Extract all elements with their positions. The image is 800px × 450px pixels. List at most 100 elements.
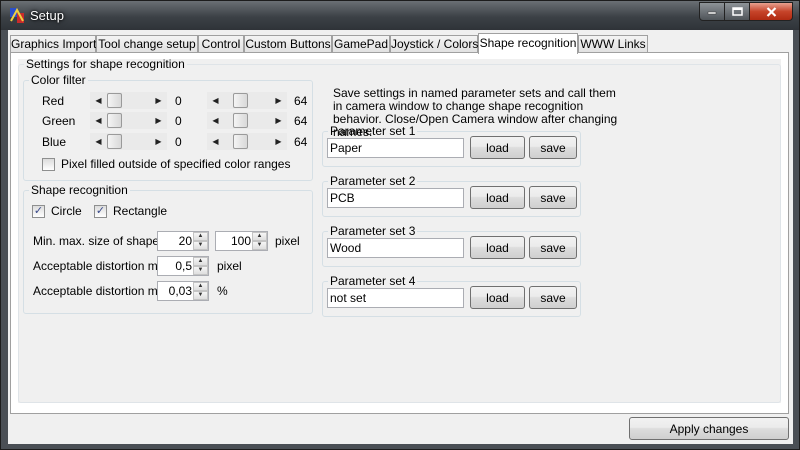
parameter-set-4-name-input[interactable] [327,288,464,308]
tab-shape-recognition[interactable]: Shape recognition [478,33,578,54]
blue-max-value: 64 [294,135,308,149]
size-unit-label: pixel [275,234,300,248]
parameter-set-3-load-button[interactable]: load [470,236,525,259]
tab-gamepad[interactable]: GamePad [332,35,390,53]
arrow-right-icon[interactable]: ▶ [270,133,287,150]
distortion-max-label: Acceptable distortion max. [33,284,174,298]
parameter-set-3-label: Parameter set 3 [330,224,416,238]
red-min-value: 0 [175,94,182,108]
green-max-slider[interactable]: ◀ ▶ [207,112,287,129]
parameter-set-1-load-button[interactable]: load [470,136,525,159]
arrow-right-icon[interactable]: ▶ [150,133,167,150]
distortion-min-input[interactable] [158,257,194,275]
size-min-spinner[interactable]: ▲ ▼ [157,231,209,251]
arrow-right-icon[interactable]: ▶ [150,92,167,109]
settings-group-label: Settings for shape recognition [26,57,185,71]
arrow-down-icon[interactable]: ▼ [193,291,208,300]
pixel-filled-checkbox[interactable] [42,158,55,171]
parameter-set-1-save-button[interactable]: save [529,136,577,159]
rectangle-checkbox[interactable]: ✓ [94,205,107,218]
close-icon [766,6,776,17]
close-button[interactable] [750,2,793,21]
maximize-button[interactable] [725,2,750,21]
green-max-value: 64 [294,114,308,128]
tab-panel-shape-recognition: Settings for shape recognition Color fil… [10,52,789,414]
green-min-thumb[interactable] [107,113,122,128]
size-min-input[interactable] [158,232,194,250]
blue-max-thumb[interactable] [233,134,248,149]
parameter-set-1-name-input[interactable] [327,138,464,158]
distortion-max-input[interactable] [158,282,194,300]
red-max-thumb[interactable] [233,93,248,108]
green-label: Green [42,114,76,128]
parameter-set-1-label: Parameter set 1 [330,124,416,138]
parameter-set-3-save-button[interactable]: save [529,236,577,259]
parameter-set-2-name-input[interactable] [327,188,464,208]
arrow-up-icon[interactable]: ▲ [193,282,208,291]
circle-checkbox[interactable]: ✓ [32,205,45,218]
minimize-icon [707,11,717,14]
app-icon [10,7,24,23]
parameter-set-2-load-button[interactable]: load [470,186,525,209]
pixel-filled-label: Pixel filled outside of specified color … [61,157,291,171]
distortion-max-spinner[interactable]: ▲ ▼ [157,281,209,301]
tab-custom-buttons[interactable]: Custom Buttons [244,35,332,53]
arrow-right-icon[interactable]: ▶ [270,92,287,109]
red-min-slider[interactable]: ◀ ▶ [90,92,167,109]
tab-graphics-import[interactable]: Graphics Import [10,35,96,53]
green-max-thumb[interactable] [233,113,248,128]
arrow-left-icon[interactable]: ◀ [90,112,107,129]
red-max-slider[interactable]: ◀ ▶ [207,92,287,109]
blue-min-slider[interactable]: ◀ ▶ [90,133,167,150]
size-label: Min. max. size of shape [33,234,160,248]
tab-control[interactable]: Control [198,35,244,53]
arrow-down-icon[interactable]: ▼ [252,241,267,250]
arrow-left-icon[interactable]: ◀ [90,133,107,150]
checkmark-icon: ✓ [95,205,106,217]
parameter-set-4-save-button[interactable]: save [529,286,577,309]
arrow-left-icon[interactable]: ◀ [207,112,224,129]
arrow-down-icon[interactable]: ▼ [193,241,208,250]
arrow-down-icon[interactable]: ▼ [193,266,208,275]
parameter-set-3-name-input[interactable] [327,238,464,258]
distortion-min-label: Acceptable distortion min. [33,259,171,273]
setup-window: Setup Graphics Import Tool change setup … [0,0,800,450]
blue-max-slider[interactable]: ◀ ▶ [207,133,287,150]
red-max-value: 64 [294,94,308,108]
red-min-thumb[interactable] [107,93,122,108]
title-bar[interactable]: Setup [1,1,799,30]
arrow-left-icon[interactable]: ◀ [90,92,107,109]
size-max-spinner[interactable]: ▲ ▼ [215,231,268,251]
tab-www-links[interactable]: WWW Links [578,35,648,53]
red-label: Red [42,94,65,108]
arrow-up-icon[interactable]: ▲ [193,232,208,241]
parameter-set-4-load-button[interactable]: load [470,286,525,309]
green-min-slider[interactable]: ◀ ▶ [90,112,167,129]
blue-min-value: 0 [175,135,182,149]
arrow-right-icon[interactable]: ▶ [150,112,167,129]
checkmark-icon: ✓ [33,205,44,217]
arrow-up-icon[interactable]: ▲ [252,232,267,241]
size-max-input[interactable] [216,232,253,250]
shape-recognition-label: Shape recognition [31,183,128,197]
green-min-value: 0 [175,114,182,128]
distortion-min-spinner[interactable]: ▲ ▼ [157,256,209,276]
blue-min-thumb[interactable] [107,134,122,149]
minimize-button[interactable] [699,2,725,21]
parameter-set-2-label: Parameter set 2 [330,174,416,188]
arrow-left-icon[interactable]: ◀ [207,92,224,109]
tab-joystick-colors[interactable]: Joystick / Colors [390,35,478,53]
arrow-up-icon[interactable]: ▲ [193,257,208,266]
parameter-set-4-label: Parameter set 4 [330,274,416,288]
client-area: Graphics Import Tool change setup Contro… [8,30,793,444]
arrow-left-icon[interactable]: ◀ [207,133,224,150]
window-title: Setup [30,8,64,23]
circle-label: Circle [51,204,82,218]
tab-tool-change-setup[interactable]: Tool change setup [96,35,198,53]
arrow-right-icon[interactable]: ▶ [270,112,287,129]
parameter-set-2-save-button[interactable]: save [529,186,577,209]
apply-changes-button[interactable]: Apply changes [629,417,789,440]
blue-label: Blue [42,135,67,149]
color-filter-label: Color filter [31,73,86,87]
rectangle-label: Rectangle [113,204,168,218]
